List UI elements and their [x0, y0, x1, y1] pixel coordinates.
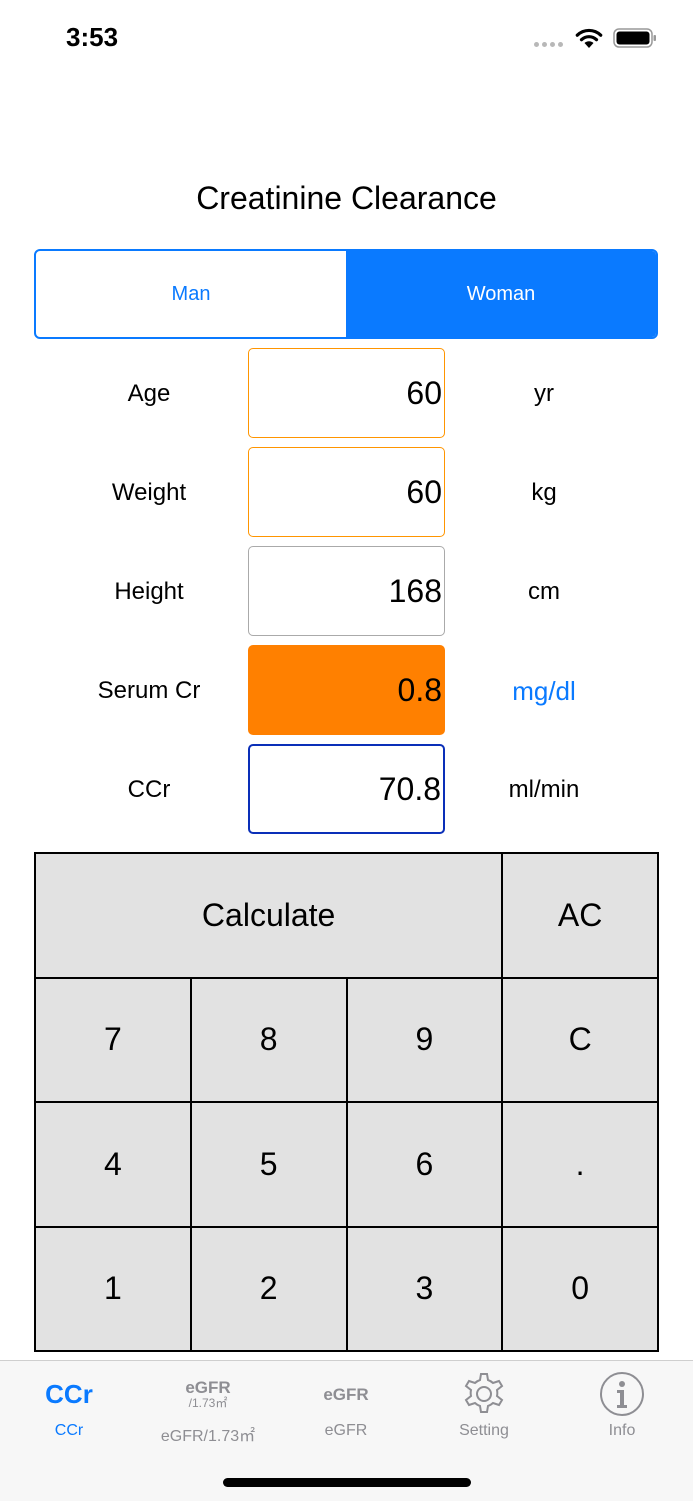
serum-cr-label: Serum Cr — [97, 677, 201, 704]
setting-icon-area — [415, 1369, 553, 1419]
tab-label-egfr-bsa: eGFR/1.73㎡ — [160, 1428, 256, 1445]
calculate-button[interactable]: Calculate — [36, 854, 504, 979]
battery-icon — [613, 28, 656, 48]
segment-man[interactable]: Man — [36, 251, 346, 337]
ccr-result-field[interactable]: 70.8 — [248, 744, 445, 834]
egfr-bsa-icon-text: eGFR — [185, 1377, 231, 1397]
key-8[interactable]: 8 — [191, 978, 348, 1103]
tab-label-ccr: CCr — [54, 1422, 84, 1439]
tab-label-info: Info — [608, 1422, 636, 1439]
egfr-tab-icon: eGFR — [277, 1369, 415, 1419]
height-field[interactable]: 168 — [248, 546, 445, 636]
ccr-label: CCr — [127, 776, 171, 803]
keypad: Calculate AC 7 8 9 C 4 5 6 . 1 2 3 0 — [34, 852, 659, 1352]
info-icon — [600, 1372, 644, 1416]
all-clear-button[interactable]: AC — [503, 854, 659, 979]
status-bar: 3:53 — [0, 0, 693, 80]
tab-ccr[interactable]: CCr CCr — [0, 1361, 138, 1451]
tab-egfr-bsa[interactable]: eGFR /1.73㎡ eGFR/1.73㎡ — [139, 1361, 277, 1451]
egfr-bsa-tab-icon: eGFR /1.73㎡ — [139, 1369, 277, 1419]
egfr-bsa-icon-subtext: /1.73㎡ — [188, 1395, 228, 1410]
tab-label-setting: Setting — [459, 1422, 509, 1439]
serum-cr-field[interactable]: 0.8 — [248, 645, 445, 735]
egfr-icon-text: eGFR — [323, 1384, 369, 1404]
key-7[interactable]: 7 — [36, 978, 192, 1103]
weight-unit: kg — [531, 479, 557, 506]
gear-icon — [464, 1373, 504, 1413]
age-label: Age — [127, 380, 171, 407]
page-title: Creatinine Clearance — [196, 180, 497, 216]
key-5[interactable]: 5 — [191, 1103, 348, 1228]
wifi-icon — [575, 28, 603, 48]
key-1[interactable]: 1 — [36, 1227, 192, 1352]
key-6[interactable]: 6 — [347, 1103, 504, 1228]
clear-button[interactable]: C — [503, 978, 659, 1103]
ccr-unit: ml/min — [508, 776, 580, 803]
serum-cr-unit-toggle[interactable]: mg/dl — [445, 676, 643, 707]
cellular-signal-icon — [534, 42, 563, 47]
key-0[interactable]: 0 — [503, 1227, 659, 1352]
ccr-tab-icon: CCr — [0, 1369, 138, 1419]
age-field[interactable]: 60 — [248, 348, 445, 438]
tab-setting[interactable]: Setting — [415, 1361, 553, 1451]
info-icon-area — [553, 1369, 691, 1419]
key-3[interactable]: 3 — [347, 1227, 504, 1352]
gender-segmented-control: Man Woman — [34, 249, 658, 339]
age-unit: yr — [534, 380, 554, 407]
segment-woman[interactable]: Woman — [346, 251, 656, 337]
height-label: Height — [114, 578, 184, 605]
height-unit: cm — [528, 578, 560, 605]
tab-info[interactable]: Info — [553, 1361, 691, 1451]
key-4[interactable]: 4 — [36, 1103, 192, 1228]
weight-label: Weight — [111, 479, 187, 506]
tab-egfr[interactable]: eGFR eGFR — [277, 1361, 415, 1451]
weight-field[interactable]: 60 — [248, 447, 445, 537]
decimal-point-key[interactable]: . — [503, 1103, 659, 1228]
tab-label-egfr: eGFR — [324, 1422, 368, 1439]
key-9[interactable]: 9 — [347, 978, 504, 1103]
status-time: 3:53 — [66, 22, 119, 52]
ccr-icon-text: CCr — [45, 1378, 93, 1409]
key-2[interactable]: 2 — [191, 1227, 348, 1352]
home-indicator — [223, 1478, 471, 1487]
